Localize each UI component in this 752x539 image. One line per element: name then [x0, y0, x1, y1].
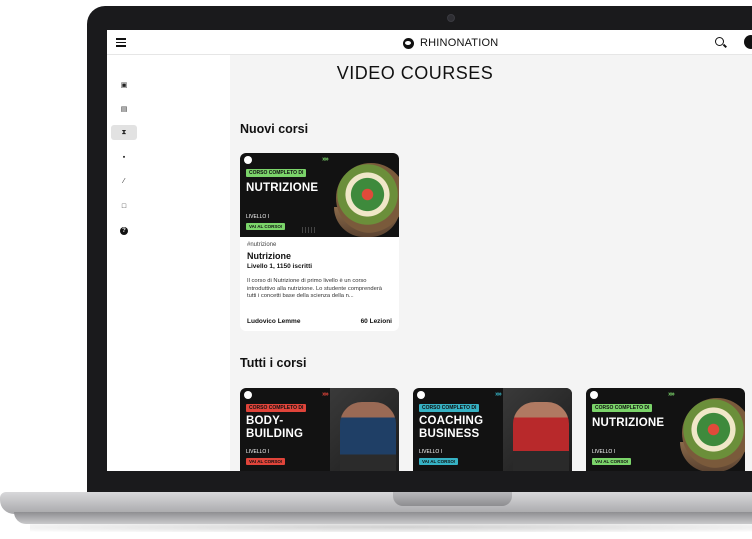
- sidebar-item-help[interactable]: ?: [111, 223, 137, 238]
- rhino-logo-icon: [590, 391, 598, 399]
- app-screen: RHINONATION ▣ ▤ ⧗ ▪ ⁄ □ ? VIDEO COURSES …: [107, 30, 752, 471]
- sidebar-item-videos[interactable]: ▤: [111, 102, 137, 117]
- thumb-level: LIVELLO I: [246, 449, 270, 455]
- monitor-icon: □: [121, 203, 127, 210]
- course-card-bodybuilding[interactable]: »» CORSO COMPLETO DI BODY- BUILDING LIVE…: [240, 388, 399, 471]
- course-author: Ludovico Lemme: [247, 318, 301, 325]
- salad-image: [682, 398, 745, 468]
- brand[interactable]: RHINONATION: [403, 36, 498, 50]
- camera-icon: [447, 14, 455, 22]
- page-title: VIDEO COURSES: [336, 63, 494, 83]
- thumb-cta: VAI AL CORSO!: [246, 458, 286, 465]
- thumb-level: LIVELLO I: [592, 449, 616, 455]
- section-title-all: Tutti i corsi: [240, 356, 307, 370]
- thumb-title-line1: COACHING: [419, 415, 484, 427]
- athlete-image: [340, 402, 396, 471]
- avatar[interactable]: [744, 35, 752, 49]
- course-thumbnail[interactable]: »» CORSO COMPLETO DI BODY- BUILDING LIVE…: [240, 388, 399, 471]
- coach-image: [513, 402, 569, 471]
- sidebar-item-live[interactable]: □: [111, 199, 137, 214]
- top-bar: RHINONATION: [107, 30, 752, 55]
- search-icon[interactable]: [715, 37, 724, 46]
- laptop-notch: [393, 492, 512, 506]
- hourglass-icon: ⧗: [121, 129, 127, 136]
- course-thumbnail[interactable]: »» CORSO COMPLETO DI COACHING BUSINESS L…: [413, 388, 572, 471]
- course-card-coaching[interactable]: »» CORSO COMPLETO DI COACHING BUSINESS L…: [413, 388, 572, 471]
- thumb-tag: CORSO COMPLETO DI: [419, 404, 480, 412]
- book-icon: ▪: [122, 154, 126, 161]
- sidebar-item-courses[interactable]: ⧗: [111, 125, 137, 140]
- course-card-featured[interactable]: »» CORSO COMPLETO DI NUTRIZIONE LIVELLO …: [240, 153, 399, 331]
- thumb-cta: VAI AL CORSO!: [592, 458, 632, 465]
- sidebar-item-library[interactable]: ▪: [111, 150, 137, 165]
- laptop-base: [0, 492, 752, 514]
- course-thumbnail[interactable]: »» CORSO COMPLETO DI NUTRIZIONE LIVELLO …: [240, 153, 399, 237]
- thumb-level: LIVELLO I: [246, 214, 270, 220]
- thumb-title-line1: BODY-: [246, 415, 284, 427]
- course-description: Il corso di Nutrizione di primo livello …: [247, 278, 383, 299]
- arrows-icon: »»: [668, 391, 675, 398]
- card-body: #nutrizione Nutrizione Livello 1, 1150 i…: [240, 237, 399, 331]
- film-icon: ▤: [120, 106, 128, 113]
- section-title-new: Nuovi corsi: [240, 122, 309, 136]
- thumb-level: LIVELLO I: [419, 449, 443, 455]
- rhino-logo-icon: [244, 391, 252, 399]
- salad-image: [336, 163, 399, 233]
- brand-name: RHINONATION: [420, 37, 499, 49]
- thumb-tag: CORSO COMPLETO DI: [246, 404, 307, 412]
- thumb-title: NUTRIZIONE: [246, 182, 319, 194]
- rhino-logo-icon: [403, 37, 414, 49]
- course-card-nutrizione[interactable]: »» CORSO COMPLETO DI NUTRIZIONE LIVELLO …: [586, 388, 745, 471]
- course-thumbnail[interactable]: »» CORSO COMPLETO DI NUTRIZIONE LIVELLO …: [586, 388, 745, 471]
- arrows-icon: »»: [322, 391, 329, 398]
- thumb-cta: VAI AL CORSO!: [419, 458, 459, 465]
- rhino-logo-icon: [417, 391, 425, 399]
- thumb-title-line2: BUSINESS: [419, 428, 480, 440]
- card-footer: Ludovico Lemme 60 Lezioni: [247, 318, 392, 325]
- thumb-cta: VAI AL CORSO!: [246, 223, 286, 230]
- sidebar-item-dashboard[interactable]: ▣: [111, 78, 137, 93]
- dashboard-icon: ▣: [120, 82, 128, 89]
- decorative-dots: [302, 227, 316, 233]
- thumb-title: NUTRIZIONE: [592, 417, 665, 429]
- course-name: Nutrizione: [247, 251, 291, 261]
- thumb-tag: CORSO COMPLETO DI: [592, 404, 653, 412]
- arrows-icon: »»: [322, 156, 329, 163]
- arrows-icon: »»: [495, 391, 502, 398]
- help-icon: ?: [120, 226, 128, 235]
- course-meta: Livello 1, 1150 iscritti: [247, 263, 313, 270]
- sidebar: ▣ ▤ ⧗ ▪ ⁄ □ ?: [107, 55, 230, 471]
- menu-icon[interactable]: [116, 38, 126, 47]
- laptop-mockup: RHINONATION ▣ ▤ ⧗ ▪ ⁄ □ ? VIDEO COURSES …: [0, 0, 752, 539]
- sidebar-item-notes[interactable]: ⁄: [111, 174, 137, 189]
- laptop-base-edge: [14, 512, 752, 524]
- course-lessons: 60 Lezioni: [360, 318, 392, 325]
- thumb-tag: CORSO COMPLETO DI: [246, 169, 307, 177]
- course-hashtag[interactable]: #nutrizione: [247, 242, 392, 248]
- thumb-title-line2: BUILDING: [246, 428, 304, 440]
- pen-icon: ⁄: [123, 178, 125, 185]
- rhino-logo-icon: [244, 156, 252, 164]
